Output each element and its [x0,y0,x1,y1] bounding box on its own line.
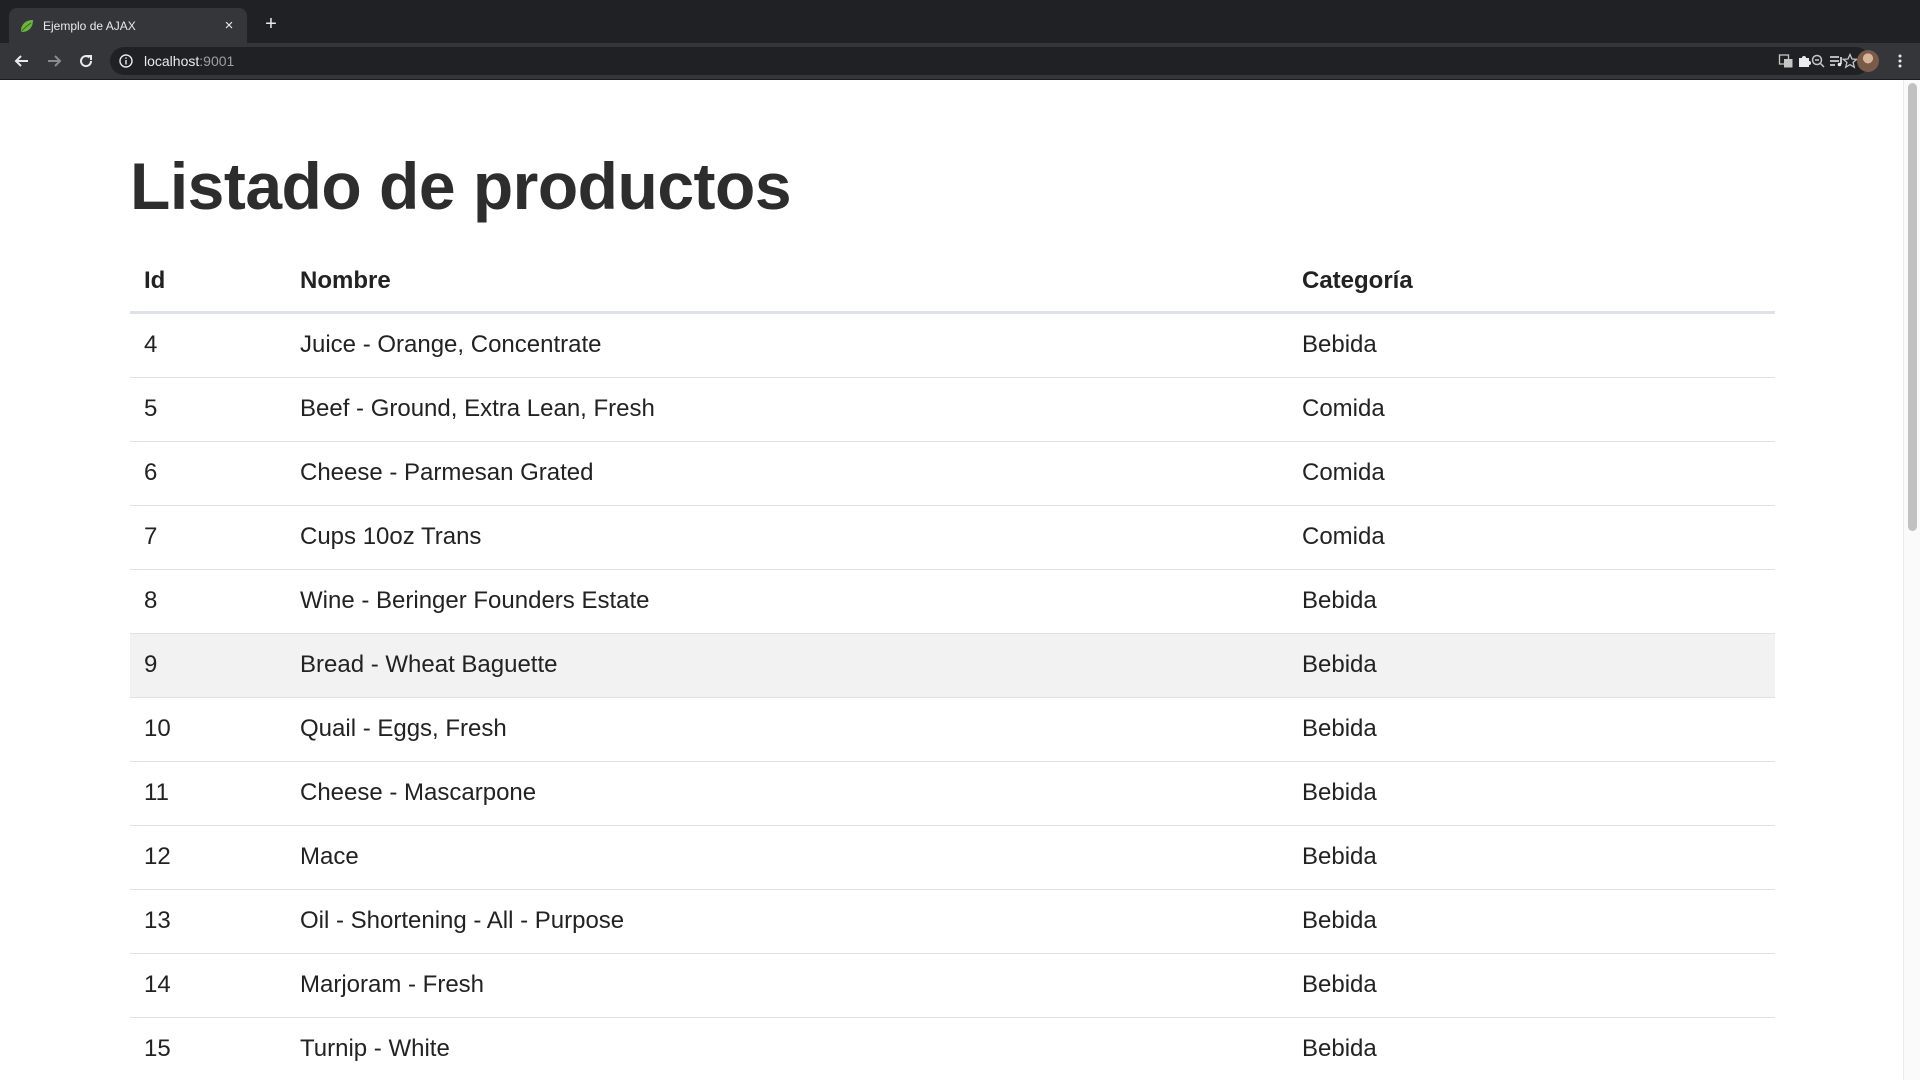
page-content: Listado de productos Id Nombre Categoría… [130,80,1775,1080]
table-row: 5 Beef - Ground, Extra Lean, Fresh Comid… [130,377,1775,442]
table-row: 11 Cheese - Mascarpone Bebida [130,761,1775,826]
cell-name: Turnip - White [286,1017,1288,1080]
table-row-hovered: 9 Bread - Wheat Baguette Bebida [130,633,1775,698]
products-table: Id Nombre Categoría 4 Juice - Orange, Co… [130,250,1775,1080]
cell-name: Cheese - Mascarpone [286,761,1288,826]
table-header-row: Id Nombre Categoría [130,250,1775,314]
cell-name: Quail - Eggs, Fresh [286,697,1288,762]
info-icon[interactable] [118,53,134,69]
cell-id: 7 [130,505,286,570]
cell-category: Comida [1288,377,1775,442]
media-queue-icon[interactable] [1824,49,1848,73]
cell-category: Bebida [1288,953,1775,1018]
cell-name: Beef - Ground, Extra Lean, Fresh [286,377,1288,442]
back-button[interactable] [10,49,34,73]
cell-category: Bebida [1288,1017,1775,1080]
page-title: Listado de productos [130,149,792,223]
cell-name: Cheese - Parmesan Grated [286,441,1288,506]
table-row: 15 Turnip - White Bebida [130,1017,1775,1080]
profile-avatar[interactable] [1856,49,1880,73]
browser-tab[interactable]: Ejemplo de AJAX × [9,8,247,43]
cell-category: Bebida [1288,761,1775,826]
column-header-nombre: Nombre [286,250,1288,314]
url-port: :9001 [199,53,235,69]
cell-category: Bebida [1288,633,1775,698]
cell-category: Bebida [1288,697,1775,762]
table-row: 12 Mace Bebida [130,825,1775,890]
cell-id: 14 [130,953,286,1018]
table-row: 13 Oil - Shortening - All - Purpose Bebi… [130,889,1775,954]
cell-id: 12 [130,825,286,890]
table-row: 6 Cheese - Parmesan Grated Comida [130,441,1775,506]
cell-id: 5 [130,377,286,442]
kebab-menu-icon[interactable] [1888,49,1912,73]
cell-id: 8 [130,569,286,634]
cell-name: Oil - Shortening - All - Purpose [286,889,1288,954]
browser-tab-strip: Ejemplo de AJAX × + [0,0,1920,43]
reload-button[interactable] [74,49,98,73]
extensions-puzzle-icon[interactable] [1792,49,1816,73]
vertical-scrollbar[interactable] [1903,80,1920,1080]
scrollbar-thumb[interactable] [1908,83,1917,531]
cell-name: Wine - Beringer Founders Estate [286,569,1288,634]
forward-arrow-icon [48,55,62,67]
reload-icon [80,55,93,68]
tab-title: Ejemplo de AJAX [43,18,136,33]
cell-name: Juice - Orange, Concentrate [286,312,1288,378]
table-row: 14 Marjoram - Fresh Bebida [130,953,1775,1018]
table-row: 7 Cups 10oz Trans Comida [130,505,1775,570]
cell-name: Bread - Wheat Baguette [286,633,1288,698]
cell-name: Mace [286,825,1288,890]
cell-id: 11 [130,761,286,826]
table-row: 4 Juice - Orange, Concentrate Bebida [130,312,1775,378]
cell-name: Cups 10oz Trans [286,505,1288,570]
address-bar[interactable]: localhost:9001 [110,47,1870,75]
cell-id: 10 [130,697,286,762]
page-viewport: Listado de productos Id Nombre Categoría… [0,80,1920,1080]
cell-category: Bebida [1288,569,1775,634]
cell-id: 15 [130,1017,286,1080]
cell-id: 4 [130,312,286,378]
url-host: localhost [144,53,200,69]
cell-id: 6 [130,441,286,506]
column-header-categoria: Categoría [1288,250,1775,314]
cell-category: Bebida [1288,312,1775,378]
cell-category: Bebida [1288,889,1775,954]
cell-category: Bebida [1288,825,1775,890]
tab-close-icon[interactable]: × [221,17,237,34]
toolbar-actions [1784,49,1912,73]
back-arrow-icon [14,55,28,67]
cell-name: Marjoram - Fresh [286,953,1288,1018]
table-row: 10 Quail - Eggs, Fresh Bebida [130,697,1775,762]
spring-leaf-icon [21,19,33,32]
avatar [1857,50,1879,72]
cell-id: 9 [130,633,286,698]
cell-id: 13 [130,889,286,954]
new-tab-button[interactable]: + [260,13,282,35]
cell-category: Comida [1288,441,1775,506]
table-row: 8 Wine - Beringer Founders Estate Bebida [130,569,1775,634]
cell-category: Comida [1288,505,1775,570]
browser-toolbar: localhost:9001 [0,43,1920,80]
column-header-id: Id [130,250,286,314]
forward-button[interactable] [42,49,66,73]
